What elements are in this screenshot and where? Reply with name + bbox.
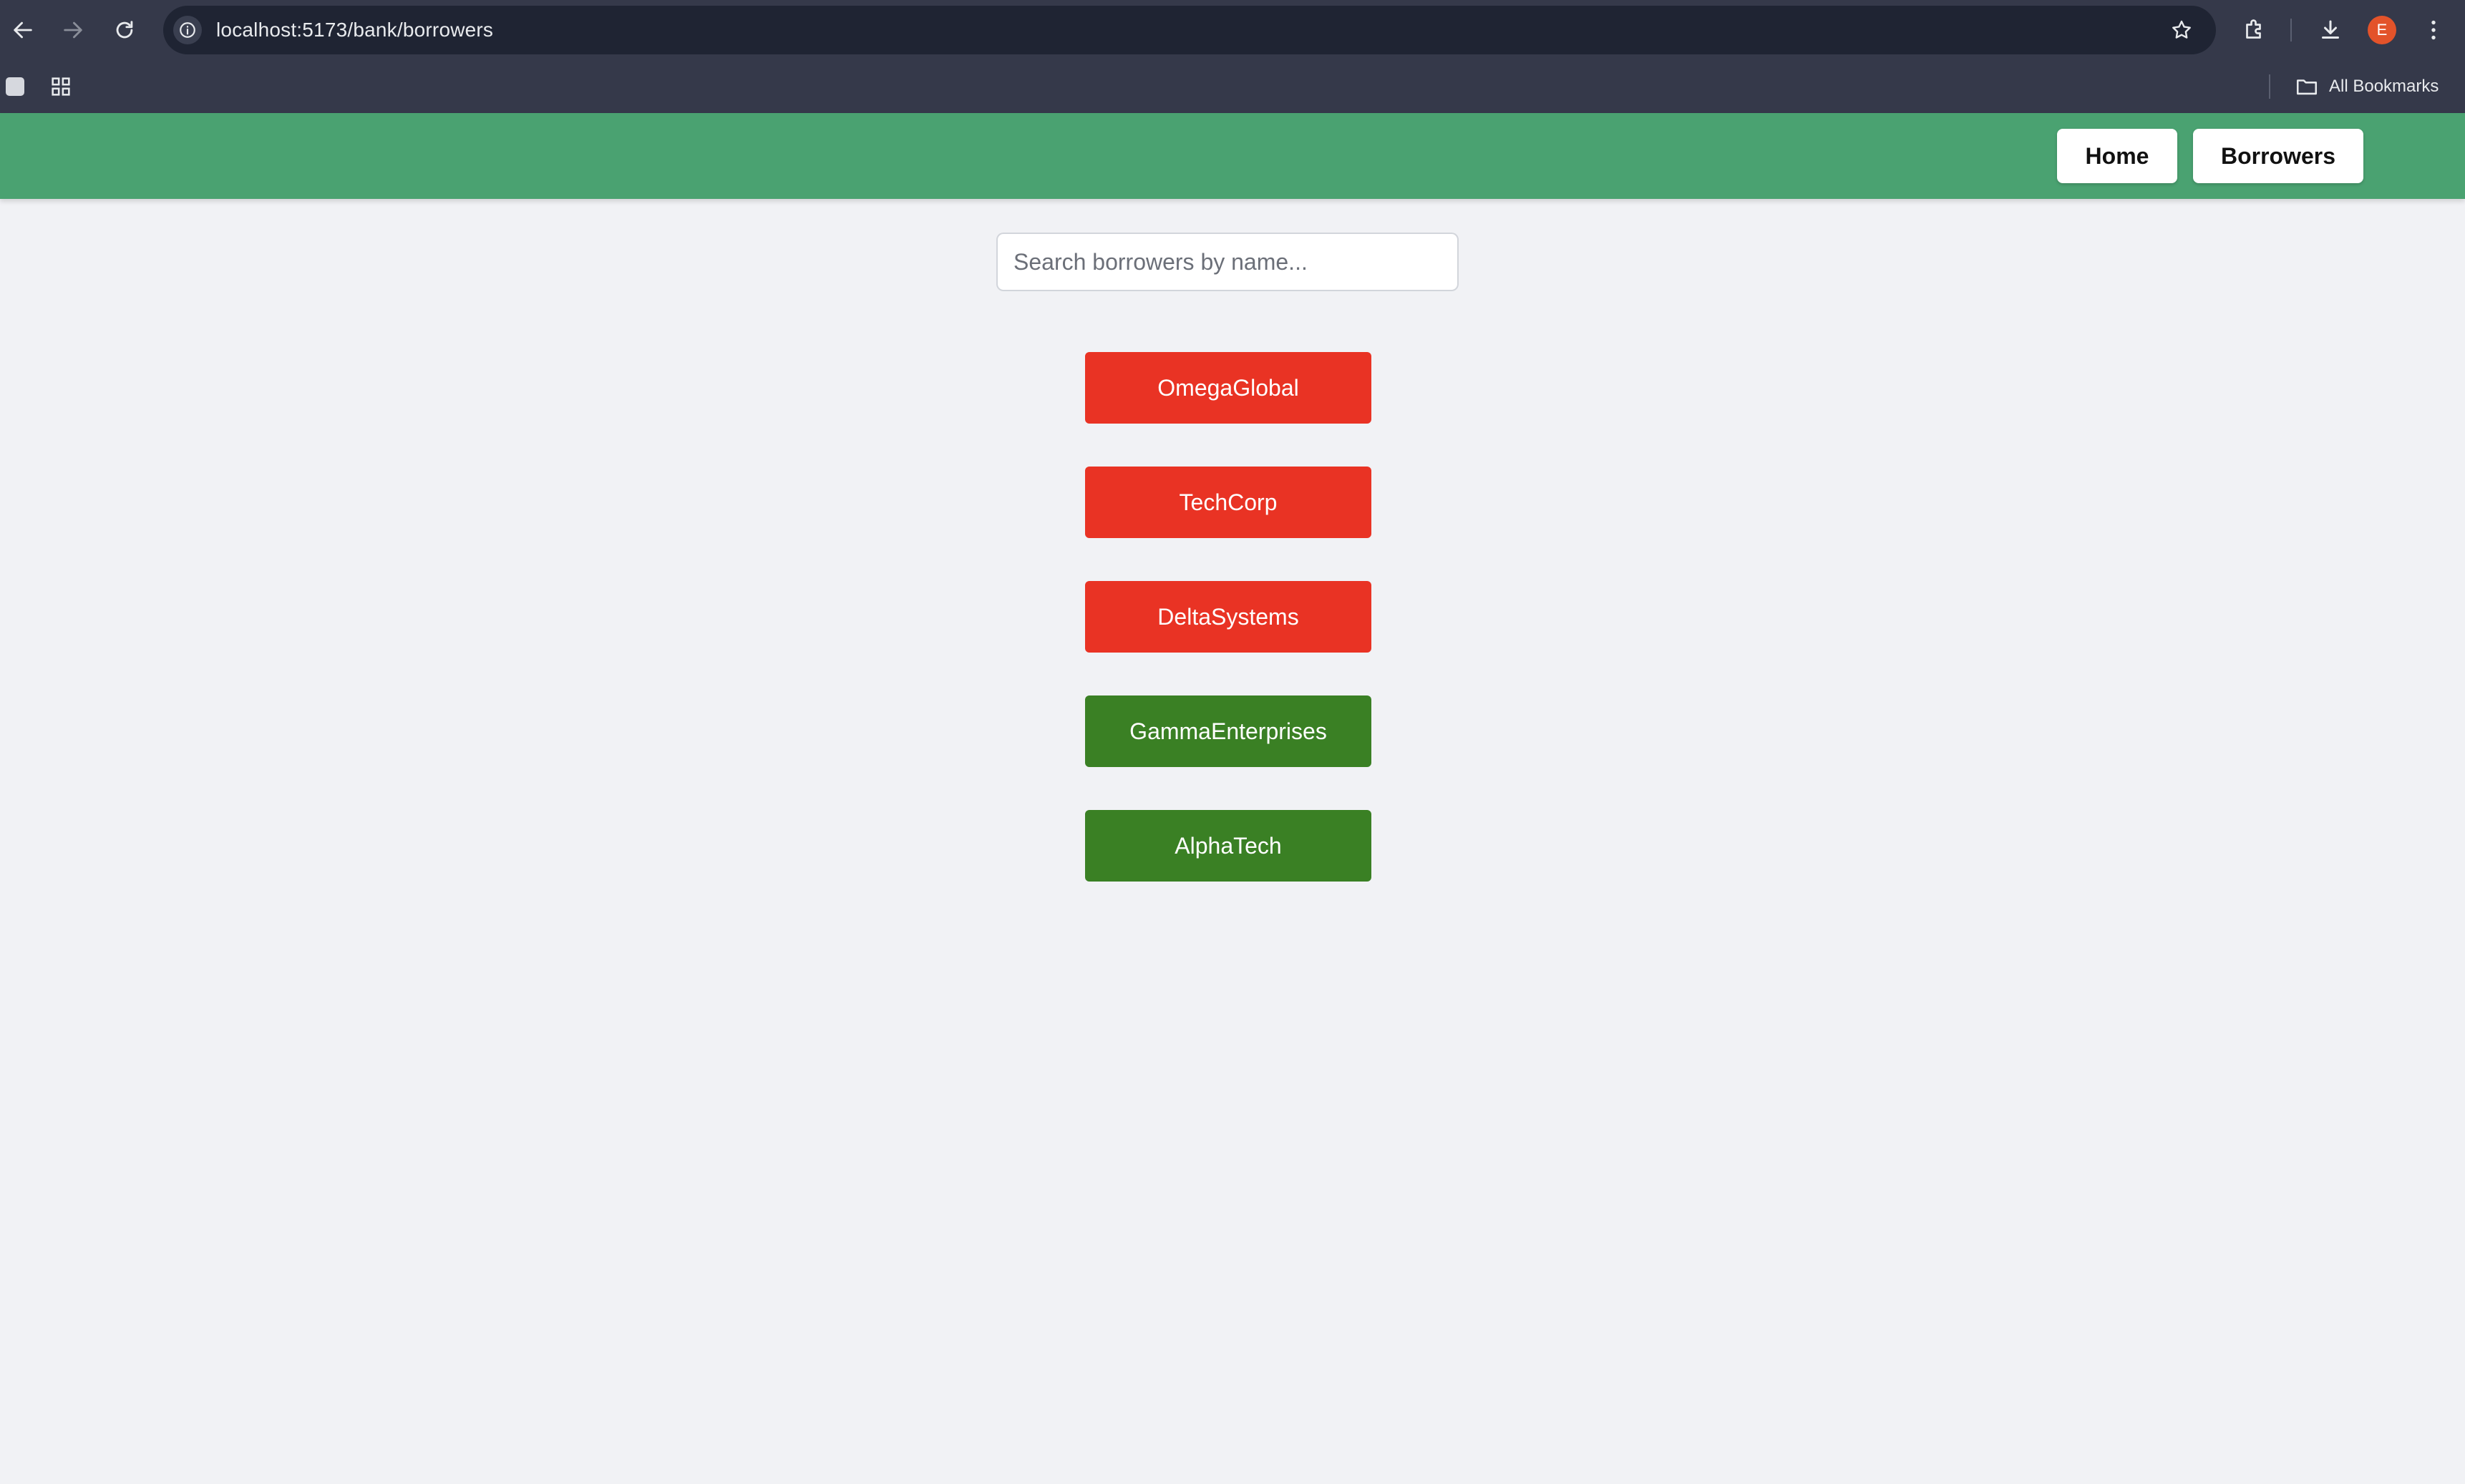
- folder-icon[interactable]: [2295, 74, 2319, 99]
- bookmark-star-icon[interactable]: [2167, 16, 2196, 44]
- borrower-button-gammaenterprises[interactable]: GammaEnterprises: [1085, 695, 1371, 767]
- reload-button[interactable]: [107, 13, 142, 47]
- borrower-button-deltasystems[interactable]: DeltaSystems: [1085, 581, 1371, 653]
- bookmarks-divider: [2269, 74, 2270, 99]
- bookmarks-bar: All Bookmarks: [0, 60, 2465, 113]
- borrower-button-techcorp[interactable]: TechCorp: [1085, 467, 1371, 538]
- borrower-button-omegaglobal[interactable]: OmegaGlobal: [1085, 352, 1371, 424]
- browser-menu-icon[interactable]: [2418, 14, 2449, 46]
- profile-avatar[interactable]: E: [2368, 16, 2396, 44]
- back-button[interactable]: [6, 13, 40, 47]
- arrow-right-icon: [64, 21, 82, 39]
- extensions-icon[interactable]: [2239, 14, 2270, 46]
- browser-chrome: localhost:5173/bank/borrowers E All Book…: [0, 0, 2465, 113]
- download-icon[interactable]: [2315, 14, 2346, 46]
- borrowers-button[interactable]: Borrowers: [2193, 129, 2363, 183]
- app-header: Home Borrowers: [0, 113, 2465, 199]
- arrow-left-icon: [14, 21, 32, 39]
- forward-button[interactable]: [56, 13, 90, 47]
- browser-toolbar: localhost:5173/bank/borrowers E: [0, 0, 2465, 60]
- home-button[interactable]: Home: [2057, 129, 2177, 183]
- tab-square-icon[interactable]: [6, 77, 24, 96]
- address-url: localhost:5173/bank/borrowers: [216, 19, 494, 41]
- address-bar[interactable]: localhost:5173/bank/borrowers: [163, 6, 2216, 54]
- site-info-icon[interactable]: [173, 16, 202, 44]
- reload-icon: [116, 21, 133, 39]
- borrower-button-alphatech[interactable]: AlphaTech: [1085, 810, 1371, 882]
- search-input[interactable]: [996, 233, 1459, 291]
- toolbar-separator: [2290, 19, 2292, 42]
- apps-grid-icon[interactable]: [49, 74, 73, 99]
- all-bookmarks-label[interactable]: All Bookmarks: [2329, 60, 2439, 113]
